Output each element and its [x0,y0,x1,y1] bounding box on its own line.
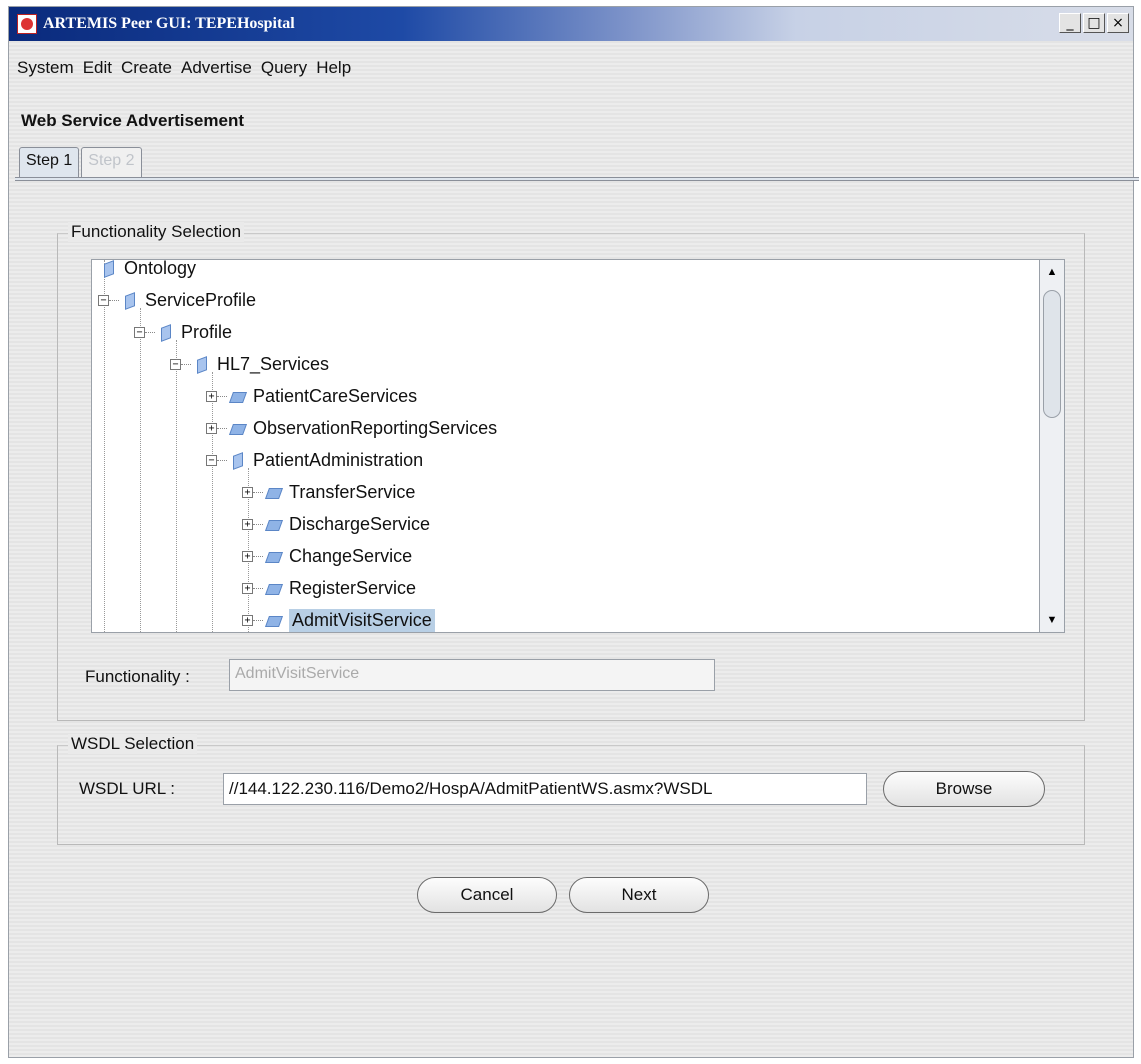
app-logo-icon [17,14,37,34]
expand-icon[interactable]: + [242,582,253,594]
window-title: ARTEMIS Peer GUI: TEPEHospital [43,15,295,32]
expand-icon[interactable]: + [242,614,253,626]
tab-step-1[interactable]: Step 1 [19,147,80,177]
wsdl-url-input[interactable]: //144.122.230.116/Demo2/HospA/AdmitPatie… [223,773,867,805]
folder-icon [265,580,283,596]
folder-icon [229,388,247,404]
menu-query[interactable]: Query [261,58,307,78]
window-controls: _ □ × [1059,13,1129,33]
tree-node-profile[interactable]: − Profile [134,316,232,348]
scroll-down-icon[interactable]: ▼ [1042,610,1062,630]
ontology-tree[interactable]: Ontology − ServiceProfile − Profile − HL… [91,259,1041,633]
tree-node-label: HL7_Services [217,353,330,374]
tree-node-dischargeservice[interactable]: + DischargeService [242,508,430,540]
tree-node-label: Ontology [124,259,197,278]
scroll-thumb[interactable] [1043,290,1061,418]
expand-icon[interactable]: + [242,486,253,498]
folder-icon [265,612,283,628]
folder-icon [265,484,283,500]
tab-step-2[interactable]: Step 2 [81,147,142,177]
tree-node-registerservice[interactable]: + RegisterService [242,572,416,604]
tab-panel-border [15,177,1139,181]
menu-advertise[interactable]: Advertise [181,58,252,78]
open-folder-icon [100,260,118,276]
menu-bar: System Edit Create Advertise Query Help [9,53,360,83]
tree-node-label: TransferService [289,481,416,502]
close-button[interactable]: × [1107,13,1129,33]
tree-node-admitvisitservice[interactable]: + AdmitVisitService [242,604,435,632]
tree-node-observationreportingservices[interactable]: + ObservationReportingServices [206,412,497,444]
tree-node-serviceprofile[interactable]: − ServiceProfile [98,284,256,316]
tree-node-label: ObservationReportingServices [253,417,498,438]
tree-node-patientcareservices[interactable]: + PatientCareServices [206,380,417,412]
cancel-button[interactable]: Cancel [417,877,557,913]
tree-node-transferservice[interactable]: + TransferService [242,476,415,508]
open-folder-icon [193,356,211,372]
tab-strip: Step 1 Step 2 [19,147,142,177]
collapse-icon[interactable]: − [206,454,217,466]
folder-icon [265,516,283,532]
tree-node-label: Profile [181,321,233,342]
app-window: ARTEMIS Peer GUI: TEPEHospital _ □ × Sys… [8,6,1139,1058]
menu-create[interactable]: Create [121,58,172,78]
tree-node-label: PatientCareServices [253,385,418,406]
collapse-icon[interactable]: − [134,326,145,338]
tree-node-label: DischargeService [289,513,431,534]
folder-icon [229,420,247,436]
open-folder-icon [121,292,139,308]
collapse-icon[interactable]: − [170,358,181,370]
functionality-group-legend: Functionality Selection [68,222,245,242]
functionality-label: Functionality : [85,667,190,686]
menu-help[interactable]: Help [316,58,351,78]
tree-node-label: ServiceProfile [145,289,257,310]
expand-icon[interactable]: + [206,390,217,402]
open-folder-icon [229,452,247,468]
wsdl-url-label: WSDL URL : [79,779,176,798]
expand-icon[interactable]: + [242,518,253,530]
tree-guide-line [140,308,141,632]
expand-icon[interactable]: + [206,422,217,434]
wsdl-group-legend: WSDL Selection [68,734,198,754]
folder-icon [265,548,283,564]
tree-node-label: ChangeService [289,545,413,566]
scroll-up-icon[interactable]: ▲ [1042,262,1062,282]
collapse-icon[interactable]: − [98,294,109,306]
open-folder-icon [157,324,175,340]
tree-node-changeservice[interactable]: + ChangeService [242,540,412,572]
menu-system[interactable]: System [17,58,74,78]
expand-icon[interactable]: + [242,550,253,562]
tree-node-ontology[interactable]: Ontology [98,259,197,284]
page-title: Web Service Advertisement [21,111,244,130]
tree-node-label-selected: AdmitVisitService [289,608,435,632]
minimize-button[interactable]: _ [1059,13,1081,33]
tree-guide-line [176,340,177,632]
tree-node-patientadministration[interactable]: − PatientAdministration [206,444,423,476]
menu-edit[interactable]: Edit [83,58,112,78]
maximize-button[interactable]: □ [1083,13,1105,33]
title-bar[interactable]: ARTEMIS Peer GUI: TEPEHospital _ □ × [9,7,1133,41]
tree-node-label: RegisterService [289,577,417,598]
tree-node-label: PatientAdministration [253,449,424,470]
functionality-field[interactable]: AdmitVisitService [229,659,715,691]
tree-scrollbar[interactable]: ▲ ▼ [1039,259,1065,633]
tree-node-hl7-services[interactable]: − HL7_Services [170,348,329,380]
browse-button[interactable]: Browse [883,771,1045,807]
next-button[interactable]: Next [569,877,709,913]
